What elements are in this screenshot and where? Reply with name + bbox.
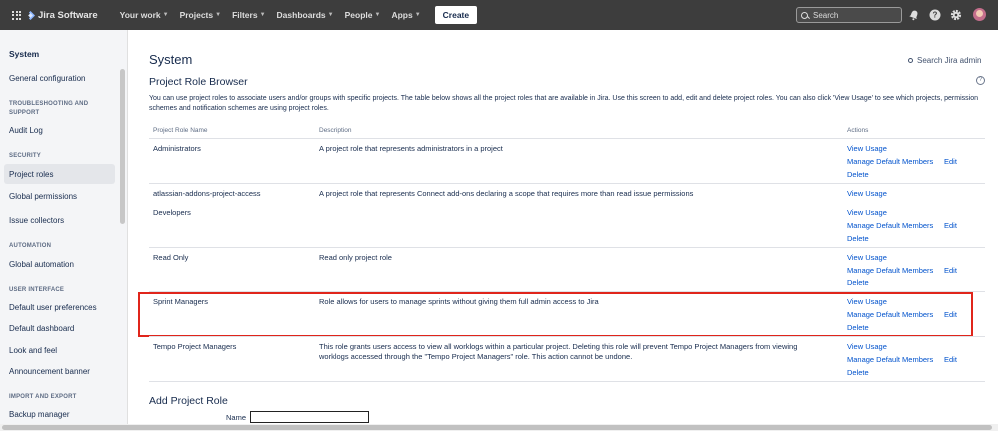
- manage-default-members-link[interactable]: Manage Default Members: [847, 355, 933, 364]
- sidebar-item-global-permissions[interactable]: Global permissions: [9, 192, 77, 201]
- manage-default-members-link[interactable]: Manage Default Members: [847, 266, 933, 275]
- highlight-annotation-box: [138, 292, 973, 337]
- role-description: This role grants users access to view al…: [319, 342, 798, 361]
- sidebar-heading-security: SECURITY: [9, 153, 41, 159]
- column-header-name: Project Role Name: [153, 127, 208, 134]
- search-icon: [908, 58, 913, 63]
- create-button[interactable]: Create: [434, 6, 478, 24]
- top-navigation: Jira Software Your work ▼ Projects ▼ Filte…: [0, 0, 998, 30]
- column-header-actions: Actions: [847, 127, 869, 134]
- admin-sidebar: System General configuration TROUBLESHOO…: [0, 30, 128, 431]
- role-description: Read only project role: [319, 253, 392, 262]
- role-name: Administrators: [153, 144, 201, 153]
- name-label: Name: [226, 413, 247, 422]
- sidebar-item-global-automation[interactable]: Global automation: [9, 260, 74, 269]
- chevron-down-icon: ▼: [162, 12, 169, 18]
- role-description: A project role that represents Connect a…: [319, 189, 694, 198]
- page-title: System: [149, 52, 193, 67]
- view-usage-link[interactable]: View Usage: [847, 253, 887, 262]
- edit-link[interactable]: Edit: [944, 157, 957, 166]
- view-usage-link[interactable]: View Usage: [847, 342, 887, 351]
- sidebar-scrollbar[interactable]: [120, 69, 125, 224]
- view-usage-link[interactable]: View Usage: [847, 189, 887, 198]
- role-name: Read Only: [153, 253, 189, 262]
- settings-gear-icon[interactable]: [950, 9, 962, 21]
- delete-link[interactable]: Delete: [847, 170, 869, 179]
- nav-projects[interactable]: Projects ▼: [180, 10, 222, 20]
- search-input[interactable]: Search: [796, 7, 902, 23]
- table-divider: [149, 336, 985, 337]
- scrollbar-thumb[interactable]: [2, 425, 992, 430]
- app-switcher-icon[interactable]: [12, 10, 21, 20]
- sidebar-item-general-configuration[interactable]: General configuration: [9, 74, 86, 83]
- table-divider: [149, 247, 985, 248]
- help-icon[interactable]: ?: [929, 9, 941, 21]
- search-placeholder: Search: [813, 10, 839, 20]
- delete-link[interactable]: Delete: [847, 234, 869, 243]
- sidebar-heading-automation: AUTOMATION: [9, 243, 52, 249]
- chevron-down-icon: ▼: [374, 12, 381, 18]
- sidebar-item-default-user-preferences[interactable]: Default user preferences: [9, 303, 97, 312]
- search-icon: [801, 11, 808, 19]
- intro-text: You can use project roles to associate u…: [149, 95, 978, 112]
- help-circle-icon[interactable]: ?: [976, 76, 985, 85]
- logo-text: Jira Software: [38, 9, 98, 21]
- add-project-role-title: Add Project Role: [149, 395, 228, 407]
- delete-link[interactable]: Delete: [847, 368, 869, 377]
- sidebar-title: System: [9, 49, 40, 59]
- role-name: Developers: [153, 208, 191, 217]
- table-divider: [149, 183, 985, 184]
- chevron-down-icon: ▼: [215, 12, 222, 18]
- view-usage-link[interactable]: View Usage: [847, 144, 887, 153]
- table-divider: [149, 381, 985, 382]
- edit-link[interactable]: Edit: [944, 266, 957, 275]
- chevron-down-icon: ▼: [327, 12, 334, 18]
- manage-default-members-link[interactable]: Manage Default Members: [847, 157, 933, 166]
- nav-filters[interactable]: Filters ▼: [232, 10, 265, 20]
- section-title: Project Role Browser: [149, 76, 248, 88]
- edit-link[interactable]: Edit: [944, 355, 957, 364]
- sidebar-heading-user-interface: USER INTERFACE: [9, 287, 65, 293]
- edit-link[interactable]: Edit: [944, 221, 957, 230]
- sidebar-item-issue-collectors[interactable]: Issue collectors: [9, 216, 64, 225]
- role-name: Tempo Project Managers: [153, 342, 237, 351]
- sidebar-item-default-dashboard[interactable]: Default dashboard: [9, 324, 74, 333]
- sidebar-item-project-roles[interactable]: Project roles: [9, 170, 53, 179]
- table-divider: [149, 138, 985, 139]
- user-avatar[interactable]: [973, 8, 986, 21]
- sidebar-heading-import-export: IMPORT AND EXPORT: [9, 394, 77, 400]
- svg-text:?: ?: [933, 11, 938, 20]
- horizontal-scrollbar[interactable]: [0, 424, 998, 431]
- role-description: A project role that represents administr…: [319, 144, 503, 153]
- column-header-description: Description: [319, 127, 352, 134]
- jira-logo[interactable]: Jira Software: [26, 10, 98, 21]
- role-name: atlassian-addons-project-access: [153, 189, 261, 198]
- nav-your-work[interactable]: Your work ▼: [120, 10, 169, 20]
- manage-default-members-link[interactable]: Manage Default Members: [847, 221, 933, 230]
- role-name-input[interactable]: [250, 411, 369, 423]
- sidebar-item-look-and-feel[interactable]: Look and feel: [9, 346, 57, 355]
- nav-people[interactable]: People ▼: [345, 10, 381, 20]
- search-jira-admin-link[interactable]: Search Jira admin: [908, 56, 981, 65]
- notifications-icon[interactable]: [908, 9, 920, 21]
- nav-dashboards[interactable]: Dashboards ▼: [277, 10, 334, 20]
- nav-apps[interactable]: Apps ▼: [391, 10, 420, 20]
- sidebar-heading-troubleshooting: TROUBLESHOOTING AND SUPPORT: [9, 101, 89, 116]
- sidebar-item-announcement-banner[interactable]: Announcement banner: [9, 367, 90, 376]
- sidebar-item-audit-log[interactable]: Audit Log: [9, 126, 43, 135]
- chevron-down-icon: ▼: [259, 12, 266, 18]
- delete-link[interactable]: Delete: [847, 278, 869, 287]
- chevron-down-icon: ▼: [414, 12, 421, 18]
- view-usage-link[interactable]: View Usage: [847, 208, 887, 217]
- sidebar-item-backup-manager[interactable]: Backup manager: [9, 410, 69, 419]
- jira-logo-icon: [28, 10, 35, 20]
